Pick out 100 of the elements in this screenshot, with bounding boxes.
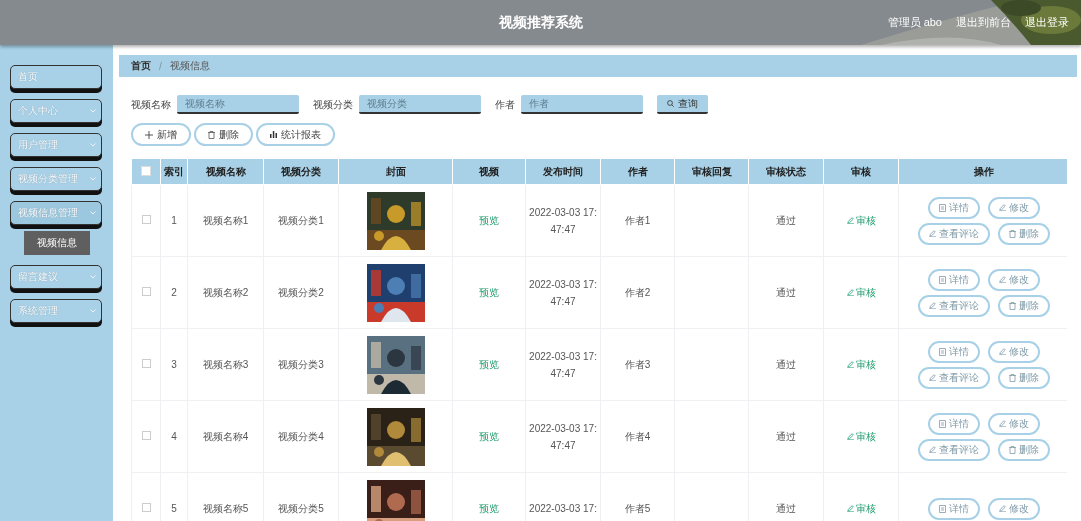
trash-icon — [1008, 445, 1016, 454]
chevron-down-icon — [90, 143, 96, 147]
row-checkbox[interactable] — [141, 359, 151, 368]
pencil-icon — [928, 230, 936, 237]
audit-link[interactable]: 审核 — [846, 429, 876, 444]
column-header: 封面 — [338, 158, 453, 185]
toolbar-button[interactable]: 新增 — [131, 123, 191, 146]
table-cell: 通过 — [776, 502, 796, 514]
row-action-button[interactable]: 详情 — [927, 268, 980, 291]
table-cell: 视频名称1 — [202, 214, 249, 226]
table-cell: 视频分类1 — [278, 214, 324, 226]
row-action-button[interactable]: 查看评论 — [917, 366, 990, 389]
preview-link[interactable]: 预览 — [479, 213, 499, 228]
chevron-down-icon — [90, 275, 96, 279]
row-checkbox[interactable] — [141, 215, 151, 224]
chevron-down-icon — [90, 109, 96, 113]
header-cell[interactable] — [131, 158, 161, 185]
toolbar-button[interactable]: 统计报表 — [256, 123, 335, 146]
table-cell: 视频分类2 — [278, 286, 324, 298]
row-action-button[interactable]: 修改 — [987, 340, 1040, 363]
table-cell-text: 47:47 — [549, 438, 577, 453]
table-cell: 作者5 — [624, 502, 651, 514]
preview-link[interactable]: 预览 — [479, 357, 499, 372]
pencil-icon — [998, 420, 1006, 427]
table-cell: 视频名称5 — [202, 502, 249, 514]
search-field[interactable]: 作者 — [521, 95, 643, 114]
row-action-button[interactable]: 删除 — [997, 294, 1050, 317]
search-label: 作者 — [495, 97, 515, 112]
bar-chart-icon — [270, 131, 277, 138]
pencil-icon — [928, 302, 936, 309]
header-link[interactable]: 退出到前台 — [956, 15, 1011, 30]
pencil-icon — [846, 289, 854, 296]
table-cell-text: 2022-03-03 17: — [528, 502, 598, 516]
table-cell: 作者4 — [624, 430, 651, 442]
select-all-checkbox[interactable] — [141, 165, 151, 176]
row-action-button[interactable]: 删除 — [997, 366, 1050, 389]
pencil-icon — [998, 505, 1006, 512]
search-icon — [667, 100, 674, 107]
row-action-button[interactable]: 删除 — [997, 438, 1050, 461]
table-cell-text: 2022-03-03 17: — [528, 349, 598, 364]
table-cell: 通过 — [776, 286, 796, 298]
breadcrumb-current: 视频信息 — [169, 59, 210, 73]
trash-icon — [1008, 229, 1016, 238]
trash-icon — [208, 130, 215, 139]
table-cell: 视频分类3 — [278, 358, 324, 370]
table-cell: 作者2 — [624, 286, 651, 298]
submenu-item[interactable]: 视频信息 — [24, 231, 90, 255]
row-action-button[interactable]: 修改 — [987, 412, 1040, 435]
table-cell-text: 2022-03-03 17: — [528, 277, 598, 292]
row-action-button[interactable]: 详情 — [927, 412, 980, 435]
preview-link[interactable]: 预览 — [479, 501, 499, 516]
chevron-down-icon — [90, 211, 96, 215]
row-action-button[interactable]: 详情 — [927, 196, 980, 219]
pencil-icon — [846, 433, 854, 440]
document-icon — [938, 347, 946, 356]
row-action-button[interactable]: 详情 — [927, 497, 980, 520]
search-button[interactable]: 查询 — [657, 95, 708, 114]
search-field[interactable]: 视频名称 — [177, 95, 299, 114]
column-header: 视频名称 — [187, 158, 264, 185]
row-checkbox[interactable] — [141, 431, 151, 440]
row-checkbox[interactable] — [141, 503, 151, 512]
table-cell-text: 47:47 — [549, 294, 577, 309]
table-cell: 视频名称2 — [202, 286, 249, 298]
row-action-button[interactable]: 删除 — [997, 222, 1050, 245]
sidebar-item-label: 系统管理 — [18, 304, 58, 318]
table-cell-text: 47:47 — [549, 366, 577, 381]
table-cell: 作者1 — [624, 214, 651, 226]
trash-icon — [1008, 301, 1016, 310]
table-cell: 4 — [171, 431, 177, 442]
column-header: 审核回复 — [674, 158, 749, 185]
row-checkbox[interactable] — [141, 287, 151, 296]
row-action-button[interactable]: 查看评论 — [917, 294, 990, 317]
pencil-icon — [998, 204, 1006, 211]
breadcrumb-link[interactable]: 首页 — [131, 59, 151, 73]
pencil-icon — [846, 361, 854, 368]
audit-link[interactable]: 审核 — [846, 501, 876, 516]
search-label: 视频名称 — [131, 97, 171, 112]
row-action-button[interactable]: 查看评论 — [917, 222, 990, 245]
preview-link[interactable]: 预览 — [479, 285, 499, 300]
table-cell: 通过 — [776, 430, 796, 442]
row-action-button[interactable]: 查看评论 — [917, 438, 990, 461]
table-cell: 视频分类4 — [278, 430, 324, 442]
app-title: 视频推荐系统 — [498, 13, 583, 32]
breadcrumb-separator: / — [159, 60, 162, 72]
audit-link[interactable]: 审核 — [846, 285, 876, 300]
row-action-button[interactable]: 详情 — [927, 340, 980, 363]
sidebar-item-label: 留言建议 — [18, 270, 58, 284]
row-action-button[interactable]: 修改 — [987, 497, 1040, 520]
sidebar-item-label: 视频信息管理 — [18, 206, 78, 220]
chevron-down-icon — [90, 309, 96, 313]
toolbar-button[interactable]: 删除 — [194, 123, 253, 146]
preview-link[interactable]: 预览 — [479, 429, 499, 444]
table-cell: 通过 — [776, 214, 796, 226]
document-icon — [938, 203, 946, 212]
row-action-button[interactable]: 修改 — [987, 196, 1040, 219]
search-field[interactable]: 视频分类 — [359, 95, 481, 114]
table-cell: 2 — [171, 287, 177, 298]
row-action-button[interactable]: 修改 — [987, 268, 1040, 291]
audit-link[interactable]: 审核 — [846, 357, 876, 372]
audit-link[interactable]: 审核 — [846, 213, 876, 228]
